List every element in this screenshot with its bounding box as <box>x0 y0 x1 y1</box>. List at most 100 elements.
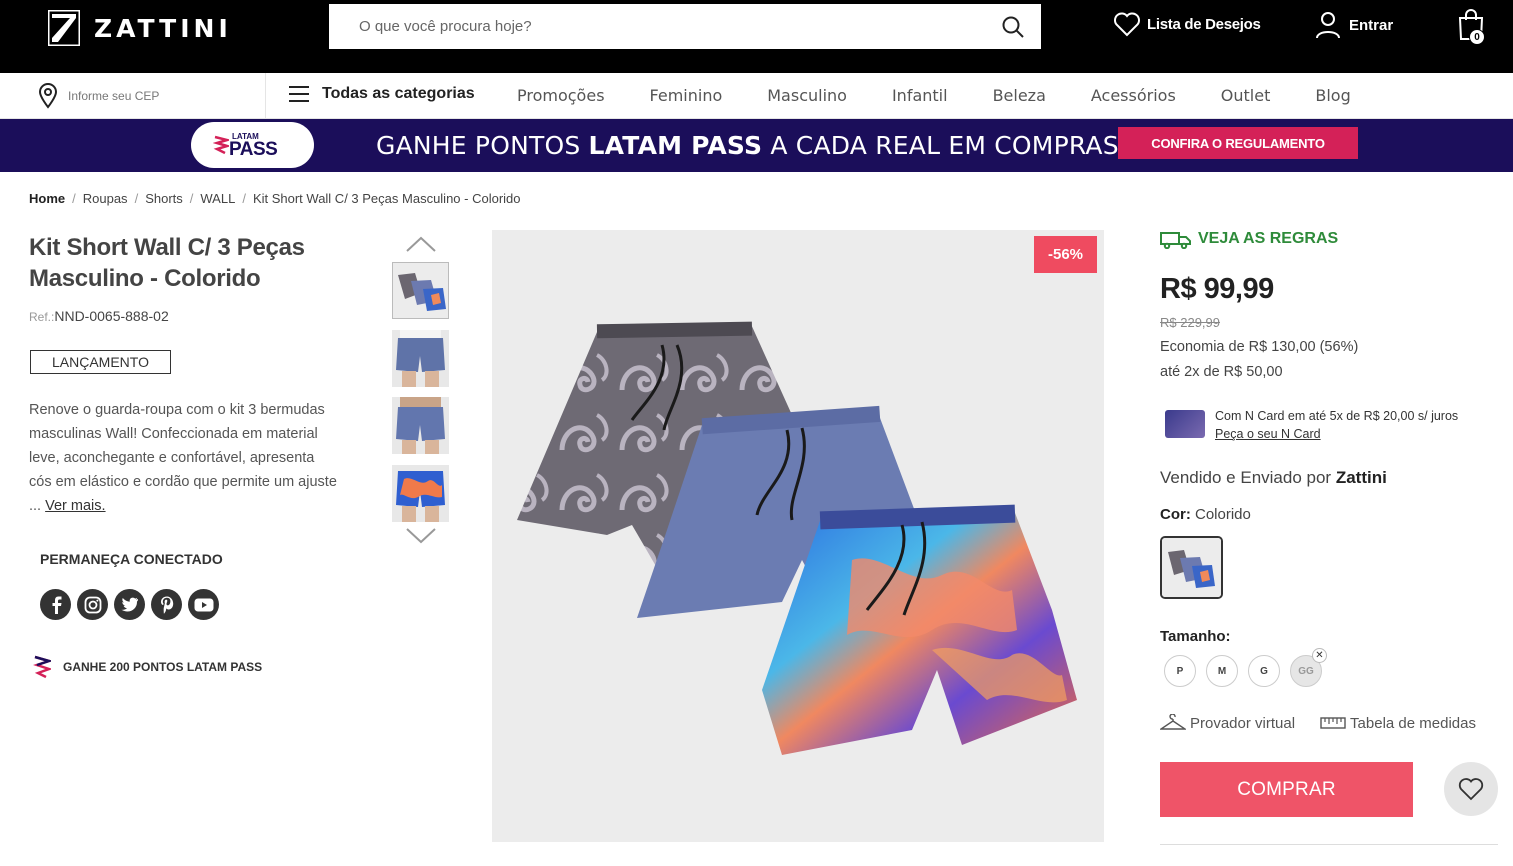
zattini-logo-icon <box>48 10 80 46</box>
all-categories-menu[interactable]: Todas as categorias <box>289 85 475 103</box>
latam-pass-logo: LATAM PASS <box>191 122 314 168</box>
color-swatch-colorido[interactable] <box>1160 536 1223 599</box>
size-option-gg[interactable]: GG ✕ <box>1290 648 1327 687</box>
login-label: Entrar <box>1349 16 1394 34</box>
latam-promo-banner[interactable]: LATAM PASS GANHE PONTOS LATAM PASS A CAD… <box>0 119 1513 172</box>
nav-link-outlet[interactable]: Outlet <box>1221 86 1271 105</box>
ref-value: NND-0065-888-02 <box>54 308 169 324</box>
thumbnail-1[interactable] <box>392 262 449 319</box>
banner-text-1: GANHE PONTOS <box>376 131 589 160</box>
breadcrumb-separator: / <box>189 191 194 206</box>
credit-card-icon <box>1165 410 1205 438</box>
sold-prefix: Vendido e Enviado por <box>1160 468 1336 487</box>
thumbnail-3[interactable] <box>392 397 449 454</box>
brand-logo[interactable]: ZATTINI <box>48 10 232 46</box>
delivery-truck-icon <box>1160 232 1191 249</box>
banner-text-bold: LATAM PASS <box>588 131 763 160</box>
breadcrumb-home[interactable]: Home <box>29 191 65 206</box>
search-icon <box>1002 16 1024 38</box>
banner-headline: GANHE PONTOS LATAM PASS A CADA REAL EM C… <box>376 131 1119 160</box>
unavailable-x-icon: ✕ <box>1312 648 1327 663</box>
size-option-m[interactable]: M <box>1206 655 1238 687</box>
pinterest-icon[interactable] <box>151 589 182 620</box>
banner-text-2: A CADA REAL EM COMPRAS <box>762 131 1119 160</box>
divider <box>1160 844 1498 845</box>
top-header: ZATTINI Lista de Desejos Entrar 0 <box>0 0 1513 73</box>
cart-button[interactable]: 0 <box>1457 9 1487 45</box>
regulation-button[interactable]: CONFIRA O REGULAMENTO <box>1118 127 1358 159</box>
size-label: Tamanho: <box>1160 628 1231 645</box>
social-links <box>40 589 225 620</box>
nav-link-promocoes[interactable]: Promoções <box>517 86 605 105</box>
latam-logo-icon <box>213 135 229 155</box>
virtual-fitting-link[interactable]: Provador virtual <box>1160 714 1295 732</box>
breadcrumb-separator: / <box>242 191 246 206</box>
product-description: Renove o guarda-roupa com o kit 3 bermud… <box>29 398 339 518</box>
size-options: P M G GG ✕ <box>1164 648 1332 687</box>
youtube-icon[interactable] <box>188 589 219 620</box>
chevron-down-icon[interactable] <box>405 527 437 545</box>
latam-pass-text: PASS <box>229 139 278 160</box>
cep-input[interactable]: Informe seu CEP <box>38 83 159 109</box>
color-value: Colorido <box>1190 506 1251 523</box>
size-option-g[interactable]: G <box>1248 655 1280 687</box>
product-main-image[interactable] <box>492 230 1104 842</box>
size-chart-label: Tabela de medidas <box>1350 714 1476 732</box>
nav-link-feminino[interactable]: Feminino <box>650 86 723 105</box>
location-pin-icon <box>38 83 58 109</box>
breadcrumb-separator: / <box>134 191 139 206</box>
social-title: PERMANEÇA CONECTADO <box>40 551 223 567</box>
nav-link-masculino[interactable]: Masculino <box>767 86 847 105</box>
wishlist-link[interactable]: Lista de Desejos <box>1113 11 1261 37</box>
breadcrumb-roupas[interactable]: Roupas <box>83 191 128 206</box>
nav-link-blog[interactable]: Blog <box>1315 86 1350 105</box>
chevron-up-icon[interactable] <box>405 235 437 253</box>
nav-link-acessorios[interactable]: Acessórios <box>1091 86 1176 105</box>
see-more-link[interactable]: Ver mais. <box>45 498 105 514</box>
color-label-text: Cor: <box>1160 506 1191 523</box>
facebook-icon[interactable] <box>40 589 71 620</box>
search-input[interactable] <box>329 4 985 49</box>
breadcrumb-shorts[interactable]: Shorts <box>145 191 183 206</box>
nav-link-beleza[interactable]: Beleza <box>993 86 1046 105</box>
old-price: R$ 229,99 <box>1160 315 1220 330</box>
add-to-wishlist-button[interactable] <box>1444 762 1498 816</box>
shipping-rules-label: VEJA AS REGRAS <box>1198 230 1339 247</box>
product-photo <box>517 321 1077 755</box>
fitting-tools: Provador virtual Tabela de medidas <box>1160 714 1501 732</box>
size-option-p[interactable]: P <box>1164 655 1196 687</box>
ncard-link[interactable]: Peça o seu N Card <box>1215 427 1321 441</box>
ref-label: Ref.: <box>29 310 55 324</box>
all-categories-label: Todas as categorias <box>322 85 475 102</box>
installments-text: até 2x de R$ 50,00 <box>1160 364 1283 380</box>
twitter-icon[interactable] <box>114 589 145 620</box>
ncard-offer: Com N Card em até 5x de R$ 20,00 s/ juro… <box>1165 407 1458 443</box>
search-bar <box>329 4 1041 49</box>
instagram-icon[interactable] <box>77 589 108 620</box>
latam-logo-icon <box>33 655 51 679</box>
seller-info: Vendido e Enviado por Zattini <box>1160 468 1387 488</box>
nav-divider <box>265 73 266 119</box>
ruler-icon <box>1320 717 1346 729</box>
user-icon <box>1316 12 1340 39</box>
breadcrumb-current: Kit Short Wall C/ 3 Peças Masculino - Co… <box>252 191 521 206</box>
product-ref: Ref.:NND-0065-888-02 <box>29 308 169 324</box>
launch-tag: LANÇAMENTO <box>30 350 171 374</box>
seller-name[interactable]: Zattini <box>1336 468 1387 487</box>
heart-icon <box>1114 12 1140 37</box>
hamburger-icon <box>289 86 309 102</box>
buy-button[interactable]: COMPRAR <box>1160 762 1413 817</box>
nav-link-infantil[interactable]: Infantil <box>892 86 948 105</box>
latam-points-info: GANHE 200 PONTOS LATAM PASS <box>33 655 262 679</box>
size-chart-link[interactable]: Tabela de medidas <box>1320 715 1476 732</box>
search-button[interactable] <box>985 4 1041 49</box>
discount-badge: -56% <box>1034 236 1097 273</box>
shipping-rules-link[interactable]: VEJA AS REGRAS <box>1160 229 1338 249</box>
virtual-fitting-label: Provador virtual <box>1190 714 1296 732</box>
thumbnail-4[interactable] <box>392 465 449 522</box>
login-link[interactable]: Entrar <box>1315 11 1393 39</box>
nav-links: Promoções Feminino Masculino Infantil Be… <box>517 86 1396 105</box>
thumbnail-2[interactable] <box>392 330 449 387</box>
breadcrumb-wall[interactable]: WALL <box>200 191 235 206</box>
color-label: Cor: Colorido <box>1160 506 1251 523</box>
